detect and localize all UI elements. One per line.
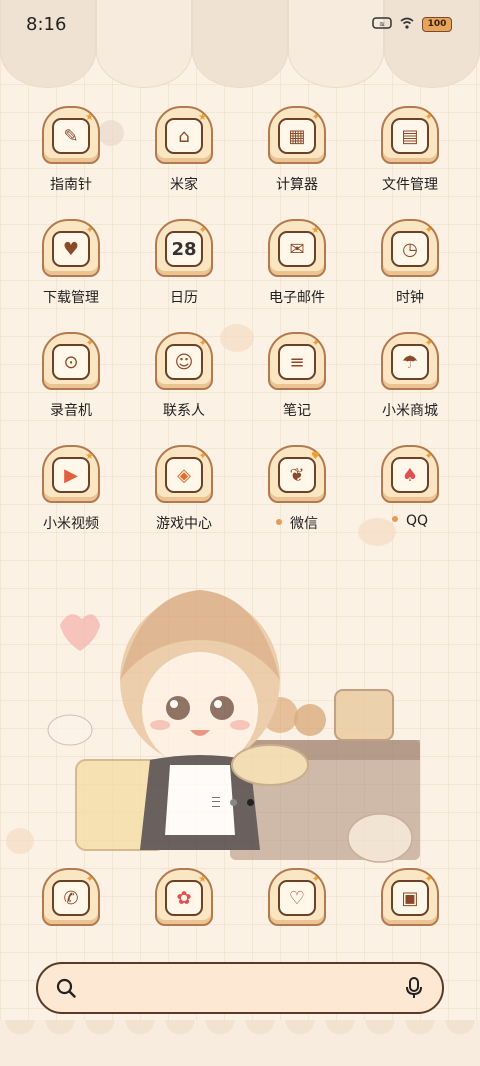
notes-icon: ≡ ✦ [268, 332, 326, 390]
app-calculator[interactable]: ▦ ✦ 计算器 [247, 100, 347, 194]
umbrella-icon: ☂ ✦ [381, 332, 439, 390]
app-label: 小米视频 [43, 516, 99, 532]
game-icon: ◈ ✦ [155, 445, 213, 503]
clock-time: 8:16 [26, 14, 67, 35]
wechat-icon: ❦ ♥ [268, 445, 326, 503]
app-compass[interactable]: ✎ ★ 指南针 [21, 100, 121, 194]
app-notes[interactable]: ≡ ✦ 笔记 [247, 326, 347, 420]
app-game-center[interactable]: ◈ ✦ 游戏中心 [134, 439, 234, 533]
app-contacts[interactable]: ☺ ✦ 联系人 [134, 326, 234, 420]
recorder-icon: ⊙ ✦ [42, 332, 100, 390]
app-qq[interactable]: ♠ ✦ QQ [360, 439, 460, 529]
dock-messages[interactable]: ✿ ★ [134, 862, 234, 926]
app-label: 计算器 [276, 177, 318, 193]
contacts-icon: ☺ ✦ [155, 332, 213, 390]
app-label: 电子邮件 [269, 290, 325, 306]
app-label: 米家 [170, 177, 198, 193]
video-icon: ▶ ★ [42, 445, 100, 503]
phone-icon: ✆ ✦ [42, 868, 100, 926]
notification-dot [391, 516, 398, 522]
app-recorder[interactable]: ⊙ ✦ 录音机 [21, 326, 121, 420]
app-label: 文件管理 [382, 177, 438, 193]
home-icon: ⌂ ★ [155, 106, 213, 164]
app-downloads[interactable]: ♥ ✦ 下载管理 [21, 213, 121, 307]
app-email[interactable]: ✉ ★ 电子邮件 [247, 213, 347, 307]
app-label: QQ [360, 513, 460, 529]
dock-gallery[interactable]: ▣ ✦ [360, 862, 460, 926]
page-indicator[interactable] [212, 797, 254, 807]
calculator-icon: ▦ ✦ [268, 106, 326, 164]
page-dot [230, 798, 237, 806]
app-label: 笔记 [283, 403, 311, 419]
wallpaper-maid-illustration [47, 590, 420, 863]
app-mi-store[interactable]: ☂ ✦ 小米商城 [360, 326, 460, 420]
app-label: 下载管理 [43, 290, 99, 306]
decor-bread-crumb [6, 828, 34, 854]
app-mi-video[interactable]: ▶ ★ 小米视频 [21, 439, 121, 533]
mail-icon: ✉ ★ [268, 219, 326, 277]
messages-icon: ✿ ★ [155, 868, 213, 926]
app-label: 时钟 [396, 290, 424, 306]
app-label: 游戏中心 [156, 516, 212, 532]
gallery-icon: ▣ ✦ [381, 868, 439, 926]
page-list-icon [212, 797, 220, 807]
dock-browser[interactable]: ♡ ✦ [247, 862, 347, 926]
app-file-manager[interactable]: ▤ ✦ 文件管理 [360, 100, 460, 194]
clock-icon: ◷ ✦ [381, 219, 439, 277]
app-mi-home[interactable]: ⌂ ★ 米家 [134, 100, 234, 194]
search-bar[interactable] [36, 962, 444, 1014]
app-label: 录音机 [50, 403, 92, 419]
microphone-icon[interactable] [404, 977, 424, 999]
search-icon[interactable] [56, 978, 76, 998]
dock-phone[interactable]: ✆ ✦ [21, 862, 121, 926]
bluetooth-icon: ≋ [372, 15, 392, 34]
app-label: 指南针 [50, 177, 92, 193]
app-label: 微信 [247, 513, 347, 533]
download-icon: ♥ ✦ [42, 219, 100, 277]
status-bar: 8:16 ≋ 100 [0, 0, 480, 50]
browser-icon: ♡ ✦ [268, 868, 326, 926]
app-label: 小米商城 [382, 403, 438, 419]
page-dot-active [247, 798, 254, 806]
lace-decoration [0, 1020, 480, 1066]
battery-icon: 100 [422, 17, 452, 32]
calendar-icon: 28 ✦ [155, 219, 213, 277]
wifi-icon [400, 15, 414, 34]
app-label: 日历 [170, 290, 198, 306]
compass-icon: ✎ ★ [42, 106, 100, 164]
app-label: 联系人 [163, 403, 205, 419]
qq-icon: ♠ ✦ [381, 445, 439, 503]
svg-text:≋: ≋ [379, 21, 385, 29]
app-calendar[interactable]: 28 ✦ 日历 [134, 213, 234, 307]
notification-dot [276, 519, 282, 525]
folder-icon: ▤ ✦ [381, 106, 439, 164]
app-clock[interactable]: ◷ ✦ 时钟 [360, 213, 460, 307]
app-wechat[interactable]: ❦ ♥ 微信 [247, 439, 347, 533]
